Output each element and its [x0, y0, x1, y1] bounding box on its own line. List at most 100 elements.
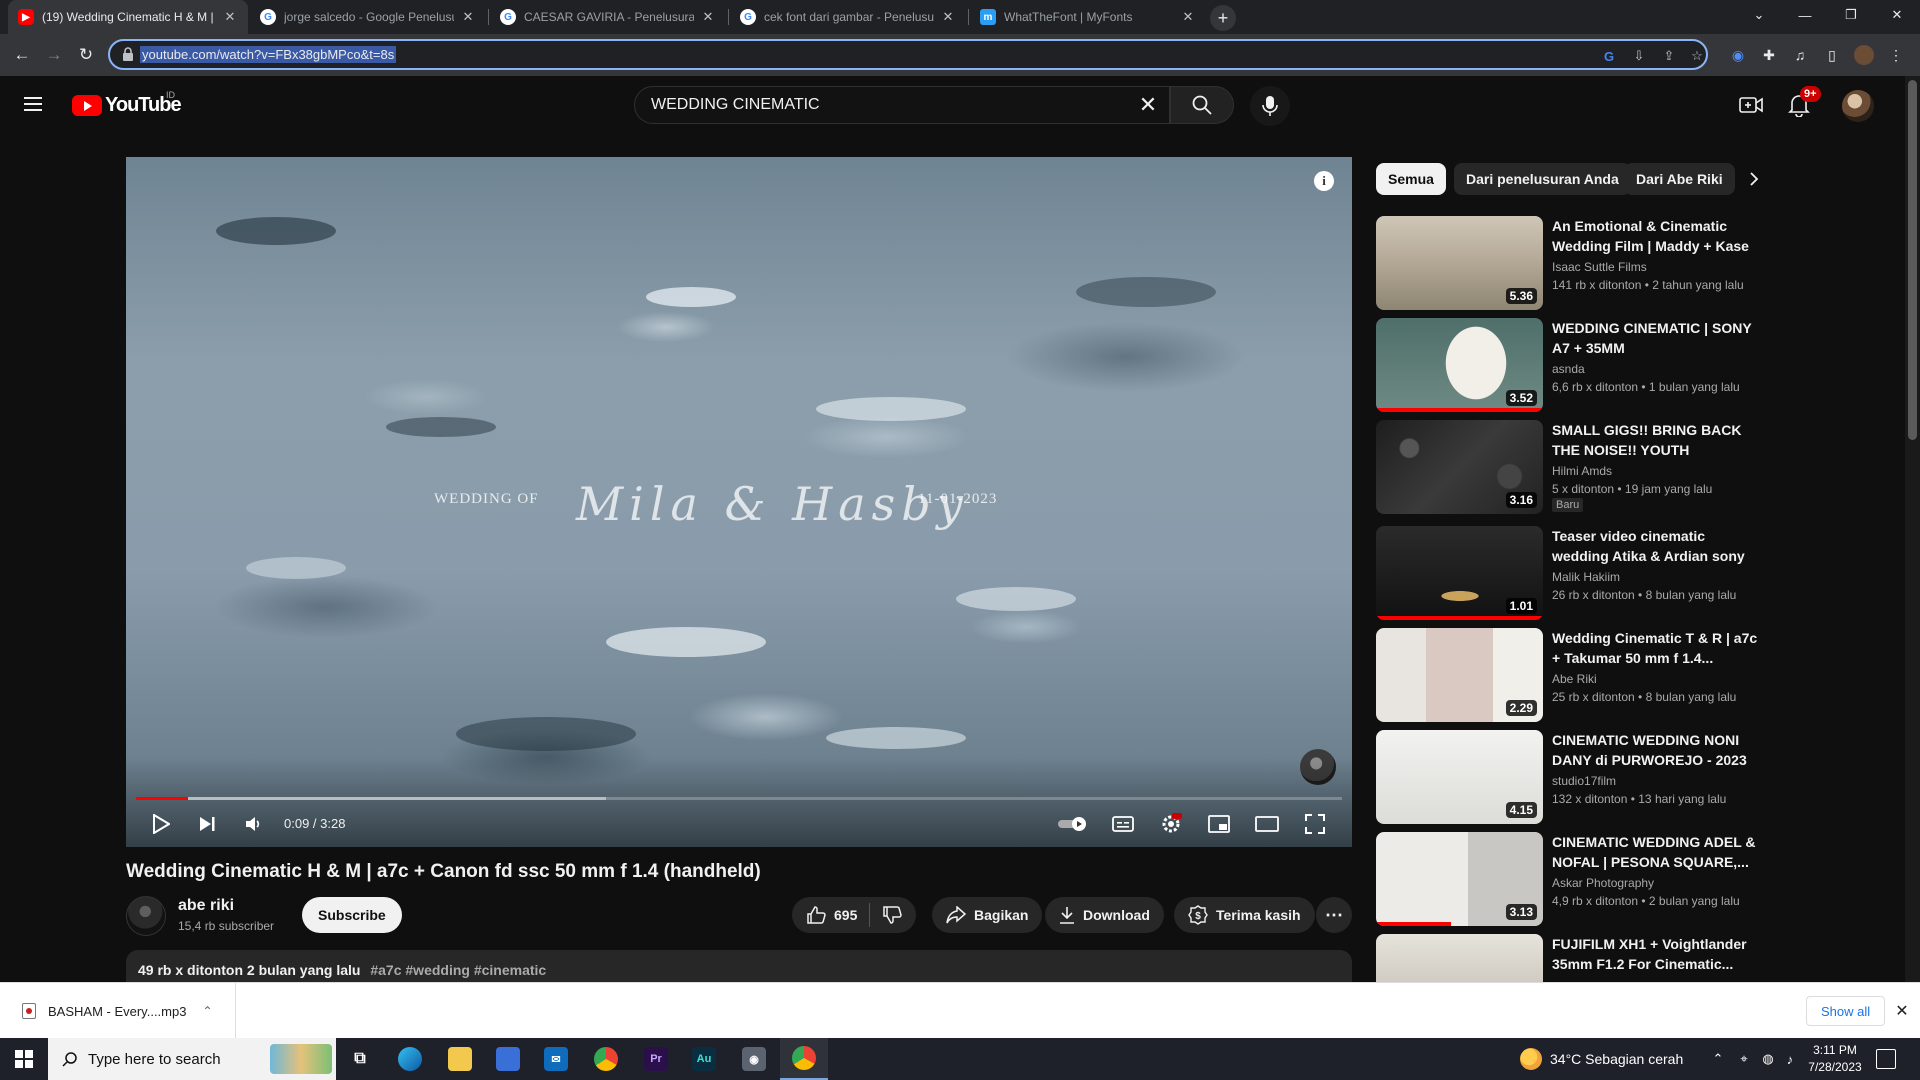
theater-mode-button[interactable] [1250, 807, 1284, 841]
search-box[interactable]: WEDDING CINEMATIC ✕ [634, 86, 1170, 124]
tab-google-search-1[interactable]: G jorge salcedo - Google Penelusu ✕ [250, 0, 486, 34]
profile-avatar-icon[interactable] [1854, 45, 1874, 65]
windows-start-button[interactable] [0, 1038, 48, 1080]
address-bar[interactable]: youtube.com/watch?v=FBx38gbMPco&t=8s G ⇩… [108, 39, 1708, 70]
recommendation-title[interactable]: WEDDING CINEMATIC | SONY A7 + 35MM [1552, 318, 1764, 358]
taskbar-camera[interactable]: ◉ [730, 1038, 778, 1080]
recommendation-item[interactable]: 3.52 WEDDING CINEMATIC | SONY A7 + 35MM as… [1376, 318, 1770, 414]
autoplay-toggle[interactable] [1054, 807, 1094, 841]
chevron-up-icon[interactable]: ⌃ [202, 1004, 212, 1018]
network-icon[interactable]: ◍ [1758, 1049, 1778, 1069]
notification-center-icon[interactable] [1876, 1049, 1896, 1069]
system-clock[interactable]: 3:11 PM 7/28/2023 [1800, 1042, 1870, 1076]
recommendation-title[interactable]: CINEMATIC WEDDING ADEL & NOFAL | PESONA … [1552, 832, 1764, 872]
recommendation-thumbnail[interactable]: 3.52 [1376, 318, 1543, 412]
recommendation-thumbnail[interactable]: 1.01 [1376, 526, 1543, 620]
search-input[interactable]: WEDDING CINEMATIC [651, 96, 820, 114]
recommendation-thumbnail[interactable]: 2.29 [1376, 628, 1543, 722]
chip-all[interactable]: Semua [1376, 163, 1446, 195]
hashtags[interactable]: #a7c #wedding #cinematic [370, 962, 546, 978]
youtube-logo[interactable]: YouTube [72, 94, 182, 116]
volume-button[interactable] [238, 807, 268, 841]
scrollbar-thumb[interactable] [1908, 80, 1917, 440]
chevron-up-icon[interactable]: ⌃ [1708, 1049, 1728, 1069]
chevron-right-icon[interactable] [1742, 163, 1766, 195]
taskbar-premiere[interactable]: Pr [632, 1038, 680, 1080]
close-icon[interactable]: ✕ [222, 9, 238, 25]
recommendation-title[interactable]: Teaser video cinematic wedding Atika & A… [1552, 526, 1764, 566]
volume-icon[interactable]: ♪ [1780, 1049, 1800, 1069]
dislike-button[interactable] [882, 905, 903, 925]
close-icon[interactable]: ✕ [460, 9, 476, 25]
reload-button[interactable]: ↻ [72, 41, 100, 69]
tab-google-search-2[interactable]: G CAESAR GAVIRIA - Penelusuran G ✕ [490, 0, 726, 34]
tab-search-button[interactable]: ⌄ [1736, 0, 1782, 30]
taskbar-edge[interactable] [386, 1038, 434, 1080]
play-button[interactable] [146, 807, 176, 841]
taskbar-audition[interactable]: Au [680, 1038, 728, 1080]
taskbar-file-explorer[interactable] [436, 1038, 484, 1080]
task-view-button[interactable]: ⧉ [336, 1038, 384, 1080]
create-video-button[interactable] [1736, 90, 1766, 120]
tab-whatthefont[interactable]: m WhatTheFont | MyFonts ✕ [970, 0, 1206, 34]
fullscreen-button[interactable] [1298, 807, 1332, 841]
recommendation-title[interactable]: An Emotional & Cinematic Wedding Film | … [1552, 216, 1764, 256]
restore-button[interactable]: ❐ [1828, 0, 1874, 30]
side-panel-icon[interactable]: ▯ [1822, 45, 1842, 65]
taskbar-mail[interactable]: ✉ [532, 1038, 580, 1080]
settings-button[interactable] [1154, 807, 1188, 841]
weather-widget[interactable]: 34°C Sebagian cerah [1520, 1038, 1683, 1080]
recommendation-channel[interactable]: Hilmi Amds [1552, 464, 1612, 478]
recommendation-title[interactable]: CINEMATIC WEDDING NONI DANY di PURWOREJO… [1552, 730, 1764, 770]
recommendation-channel[interactable]: Isaac Suttle Films [1552, 260, 1647, 274]
extension-icon[interactable]: ◉ [1728, 45, 1748, 65]
subtitles-button[interactable] [1106, 807, 1140, 841]
thanks-button[interactable]: $ Terima kasih [1174, 897, 1315, 933]
hamburger-menu-icon[interactable] [20, 92, 50, 116]
recommendation-channel[interactable]: Malik Hakiim [1552, 570, 1620, 584]
miniplayer-button[interactable] [1202, 807, 1236, 841]
info-icon[interactable]: i [1314, 171, 1334, 191]
back-button[interactable]: ← [8, 41, 36, 69]
tab-youtube[interactable]: ▶ (19) Wedding Cinematic H & M | ✕ [8, 0, 248, 34]
download-item[interactable]: BASHAM - Every....mp3 ⌃ [10, 983, 236, 1039]
more-actions-button[interactable]: ⋯ [1316, 897, 1352, 933]
recommendation-item[interactable]: 3.13 CINEMATIC WEDDING ADEL & NOFAL | PES… [1376, 832, 1770, 928]
recommendation-thumbnail[interactable]: 3.13 [1376, 832, 1543, 926]
progress-bar[interactable] [136, 797, 1342, 800]
taskbar-chrome-active[interactable] [780, 1038, 828, 1080]
search-button[interactable] [1170, 86, 1234, 124]
recommendation-channel[interactable]: asnda [1552, 362, 1585, 376]
recommendation-channel[interactable]: Askar Photography [1552, 876, 1654, 890]
voice-search-button[interactable] [1250, 86, 1290, 126]
recommendation-item[interactable]: 4.15 CINEMATIC WEDDING NONI DANY di PURWO… [1376, 730, 1770, 826]
channel-avatar[interactable] [126, 896, 166, 936]
video-player[interactable]: WEDDING OF Mila & Hasby 11-01-2023 i 0:0… [126, 157, 1352, 847]
bookmark-star-icon[interactable]: ☆ [1688, 47, 1706, 65]
recommendation-channel[interactable]: Abe Riki [1552, 672, 1597, 686]
account-avatar[interactable] [1842, 90, 1874, 122]
subscribe-button[interactable]: Subscribe [302, 897, 402, 933]
chip-from-search[interactable]: Dari penelusuran Anda [1454, 163, 1631, 195]
recommendation-thumbnail[interactable]: 5.36 [1376, 216, 1543, 310]
tab-google-search-3[interactable]: G cek font dari gambar - Penelusur ✕ [730, 0, 966, 34]
extensions-puzzle-icon[interactable]: ✚ [1759, 45, 1779, 65]
taskbar-store[interactable] [484, 1038, 532, 1080]
media-controls-icon[interactable]: ♫ [1790, 45, 1810, 65]
close-icon[interactable]: ✕ [940, 9, 956, 25]
taskbar-chrome[interactable] [582, 1038, 630, 1080]
close-icon[interactable]: ✕ [1180, 9, 1196, 25]
recommendation-title[interactable]: Wedding Cinematic T & R | a7c + Takumar … [1552, 628, 1764, 668]
channel-name[interactable]: abe riki [178, 897, 234, 915]
recommendation-title[interactable]: FUJIFILM XH1 + Voightlander 35mm F1.2 Fo… [1552, 934, 1764, 974]
close-window-button[interactable]: ✕ [1874, 0, 1920, 30]
recommendation-thumbnail[interactable]: 4.15 [1376, 730, 1543, 824]
download-button[interactable]: Download [1045, 897, 1164, 933]
new-tab-button[interactable]: + [1210, 5, 1236, 31]
close-icon[interactable]: ✕ [700, 9, 716, 25]
recommendation-item[interactable]: 3.16 SMALL GIGS!! BRING BACK THE NOISE!! … [1376, 420, 1770, 516]
next-button[interactable] [192, 807, 222, 841]
page-scrollbar[interactable] [1905, 76, 1920, 982]
taskbar-search-box[interactable]: Type here to search [48, 1038, 336, 1080]
install-app-icon[interactable]: ⇩ [1630, 47, 1648, 65]
